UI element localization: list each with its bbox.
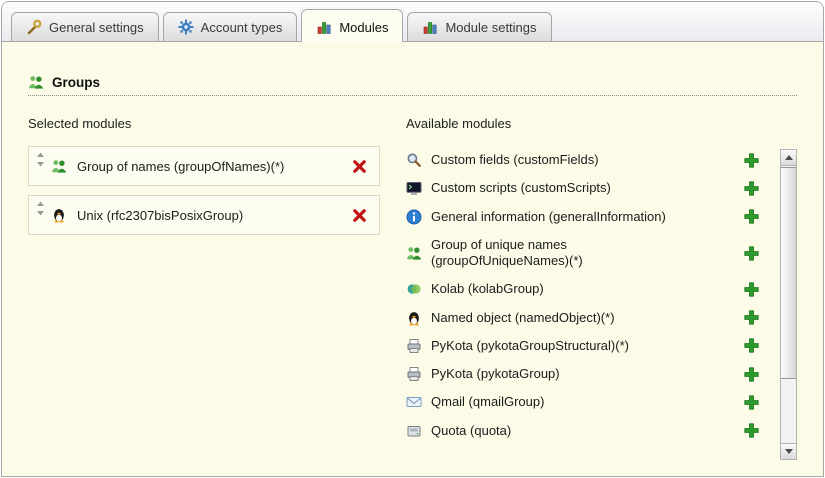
module-label: PyKota (pykotaGroupStructural)(*) — [431, 338, 629, 354]
add-module-button[interactable] — [744, 153, 759, 168]
section-header: Groups — [28, 74, 797, 96]
green-plus-icon — [744, 246, 759, 261]
group-icon — [28, 74, 44, 90]
module-label: Custom scripts (customScripts) — [431, 180, 611, 196]
tab-label: Account types — [201, 20, 283, 35]
magnifier-icon — [406, 152, 422, 168]
selected-modules-column: Selected modules Group of names (groupOf… — [28, 116, 380, 460]
module-label: Group of unique names (groupOfUniqueName… — [431, 237, 699, 270]
tab-label: Module settings — [445, 20, 536, 35]
mail-icon — [406, 394, 422, 410]
add-module-button[interactable] — [744, 310, 759, 325]
module-label: Custom fields (customFields) — [431, 152, 599, 168]
tab-bar: General settings Account types Modules M… — [2, 2, 823, 42]
selected-modules-heading: Selected modules — [28, 116, 380, 131]
module-label: Qmail (qmailGroup) — [431, 394, 544, 410]
arrow-down-icon — [785, 449, 793, 454]
red-x-icon — [352, 159, 367, 174]
green-plus-icon — [744, 310, 759, 325]
green-plus-icon — [744, 367, 759, 382]
terminal-icon — [406, 180, 422, 196]
remove-module-button[interactable] — [352, 159, 367, 174]
info-icon — [406, 209, 422, 225]
add-module-button[interactable] — [744, 282, 759, 297]
available-module-row: Quota (quota) — [406, 417, 767, 445]
green-plus-icon — [744, 209, 759, 224]
penguin-icon — [51, 207, 67, 223]
green-plus-icon — [744, 395, 759, 410]
available-modules-heading: Available modules — [406, 116, 797, 131]
green-plus-icon — [744, 282, 759, 297]
available-module-row: PyKota (pykotaGroupStructural)(*) — [406, 332, 767, 360]
module-label: Group of names (groupOfNames)(*) — [72, 159, 347, 174]
page-title: Groups — [52, 75, 100, 90]
available-module-row: Qmail (qmailGroup) — [406, 388, 767, 416]
scroll-up-button[interactable] — [781, 150, 796, 166]
available-module-row: General information (generalInformation) — [406, 203, 767, 231]
add-module-button[interactable] — [744, 367, 759, 382]
modules-panel: Groups Selected modules Group of names (… — [2, 42, 823, 460]
green-plus-icon — [744, 153, 759, 168]
scrollbar[interactable] — [780, 149, 797, 460]
arrow-up-icon — [785, 155, 793, 160]
selected-module-row[interactable]: Group of names (groupOfNames)(*) — [28, 146, 380, 186]
tab-account-types[interactable]: Account types — [163, 12, 298, 41]
module-label: Quota (quota) — [431, 423, 511, 439]
tab-label: Modules — [339, 20, 388, 35]
selected-module-row[interactable]: Unix (rfc2307bisPosixGroup) — [28, 195, 380, 235]
module-label: Kolab (kolabGroup) — [431, 281, 544, 297]
add-module-button[interactable] — [744, 423, 759, 438]
available-modules-list: Custom fields (customFields) Custom scri… — [406, 146, 797, 460]
modules-icon — [422, 19, 438, 35]
remove-module-button[interactable] — [352, 208, 367, 223]
tab-module-settings[interactable]: Module settings — [407, 12, 551, 41]
tab-modules[interactable]: Modules — [301, 9, 403, 42]
penguin-icon — [406, 310, 422, 326]
tab-general-settings[interactable]: General settings — [11, 12, 159, 41]
modules-icon — [316, 19, 332, 35]
add-module-button[interactable] — [744, 209, 759, 224]
green-plus-icon — [744, 181, 759, 196]
module-label: PyKota (pykotaGroup) — [431, 366, 560, 382]
gear-icon — [178, 19, 194, 35]
tools-icon — [26, 19, 42, 35]
available-module-row: Group of unique names (groupOfUniqueName… — [406, 231, 767, 276]
add-module-button[interactable] — [744, 246, 759, 261]
add-module-button[interactable] — [744, 338, 759, 353]
group-icon — [51, 158, 67, 174]
green-plus-icon — [744, 338, 759, 353]
module-label: Named object (namedObject)(*) — [431, 310, 615, 326]
drag-handle-icon[interactable] — [36, 201, 45, 216]
module-label: General information (generalInformation) — [431, 209, 666, 225]
group-icon — [406, 245, 422, 261]
kolab-icon — [406, 281, 422, 297]
tab-label: General settings — [49, 20, 144, 35]
available-module-row: Named object (namedObject)(*) — [406, 304, 767, 332]
scrollbar-thumb[interactable] — [781, 167, 796, 379]
disk-icon — [406, 423, 422, 439]
red-x-icon — [352, 208, 367, 223]
available-module-row: PyKota (pykotaGroup) — [406, 360, 767, 388]
add-module-button[interactable] — [744, 181, 759, 196]
drag-handle-icon[interactable] — [36, 152, 45, 167]
add-module-button[interactable] — [744, 395, 759, 410]
printer-icon — [406, 338, 422, 354]
available-module-row: Custom fields (customFields) — [406, 146, 767, 174]
scroll-down-button[interactable] — [781, 443, 796, 459]
available-modules-column: Available modules Custom fields (customF… — [406, 116, 797, 460]
green-plus-icon — [744, 423, 759, 438]
printer-icon — [406, 366, 422, 382]
available-module-row: Kolab (kolabGroup) — [406, 275, 767, 303]
module-label: Unix (rfc2307bisPosixGroup) — [72, 208, 347, 223]
lam-configuration-window: General settings Account types Modules M… — [1, 1, 824, 477]
available-module-row: Custom scripts (customScripts) — [406, 174, 767, 202]
